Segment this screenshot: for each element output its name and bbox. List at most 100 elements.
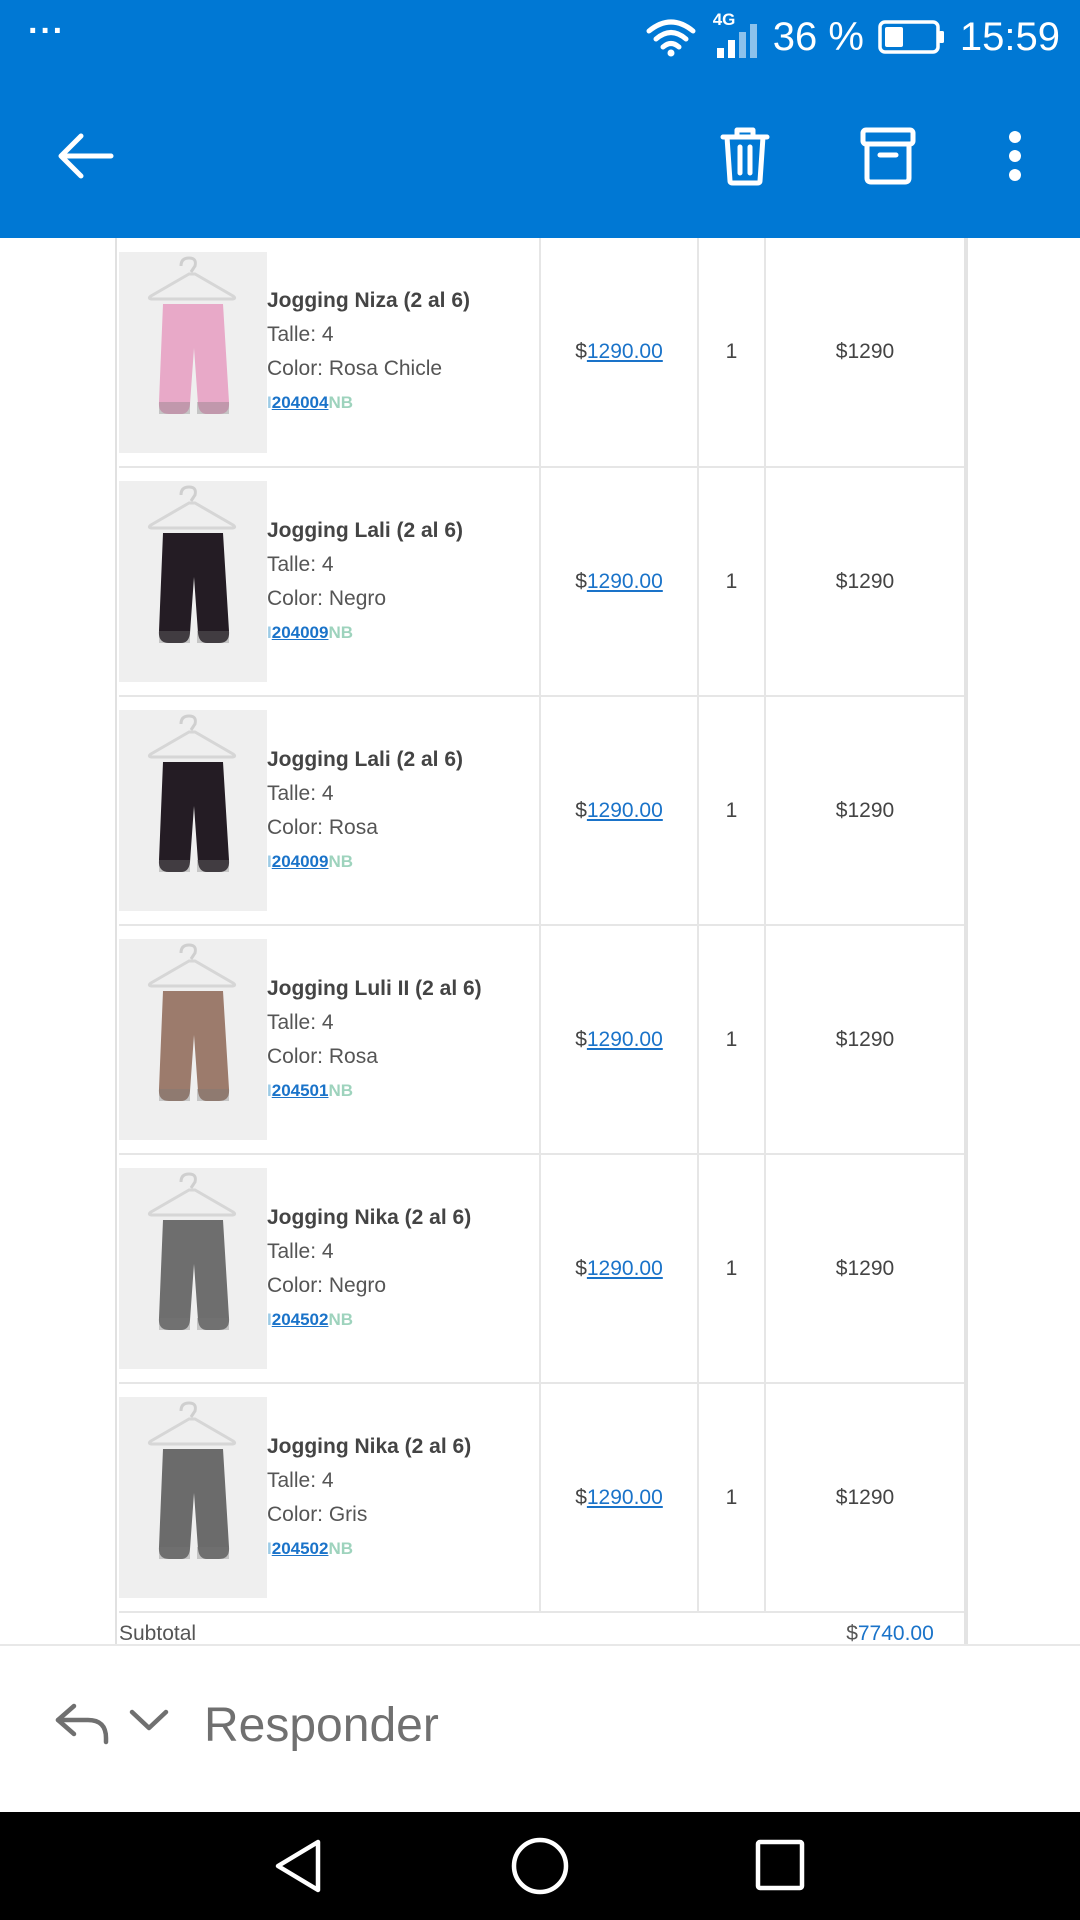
nav-recents-button[interactable] xyxy=(754,1838,806,1897)
price-cell: $1290.00 xyxy=(540,1154,699,1384)
product-name: Jogging Luli II (2 al 6) xyxy=(267,976,482,1000)
product-image[interactable] xyxy=(119,939,267,1140)
reply-options-button[interactable] xyxy=(128,1706,170,1741)
nav-recents-icon xyxy=(755,1839,805,1891)
battery-percent: 36 % xyxy=(772,14,864,59)
table-row: Jogging Lali (2 al 6) Talle: 4 Color: Ro… xyxy=(119,696,964,926)
wifi-icon xyxy=(646,19,696,57)
price-link[interactable]: 1290.00 xyxy=(587,799,663,822)
price-link[interactable]: 1290.00 xyxy=(587,1257,663,1280)
product-image[interactable] xyxy=(119,1168,267,1369)
product-sku[interactable]: I204009NB xyxy=(267,616,463,650)
line-total-cell: $1290 xyxy=(765,1154,964,1384)
product-name: Jogging Nika (2 al 6) xyxy=(267,1434,472,1458)
subtotal-label: Subtotal xyxy=(119,1622,197,1644)
quantity-cell: 1 xyxy=(698,696,766,926)
line-total-cell: $1290 xyxy=(765,238,964,468)
product-image[interactable] xyxy=(119,481,267,682)
price-cell: $1290.00 xyxy=(540,925,699,1155)
product-size: Talle: 4 xyxy=(267,781,334,805)
status-bar: ··· 4G 36 % 15:59 xyxy=(0,0,1080,74)
product-size: Talle: 4 xyxy=(267,552,334,576)
table-row: Jogging Luli II (2 al 6) Talle: 4 Color:… xyxy=(119,925,964,1155)
table-row: Jogging Nika (2 al 6) Talle: 4 Color: Gr… xyxy=(119,1383,964,1613)
system-nav-bar xyxy=(0,1812,1080,1920)
product-name: Jogging Nika (2 al 6) xyxy=(267,1205,472,1229)
table-row: Jogging Lali (2 al 6) Talle: 4 Color: Ne… xyxy=(119,467,964,697)
price-link[interactable]: 1290.00 xyxy=(587,1486,663,1509)
line-total-cell: $1290 xyxy=(765,925,964,1155)
price-cell: $1290.00 xyxy=(540,696,699,926)
product-sku[interactable]: I204009NB xyxy=(267,845,463,879)
chevron-down-icon xyxy=(129,1709,169,1731)
product-name: Jogging Lali (2 al 6) xyxy=(267,518,464,542)
quantity-cell: 1 xyxy=(698,925,766,1155)
product-size: Talle: 4 xyxy=(267,323,334,346)
nav-back-button[interactable] xyxy=(270,1836,326,1901)
product-cell: Jogging Luli II (2 al 6) Talle: 4 Color:… xyxy=(119,925,541,1155)
subtotal-value: $7740.00 xyxy=(846,1622,934,1644)
table-row: Jogging Nika (2 al 6) Talle: 4 Color: Ne… xyxy=(119,1154,964,1384)
cell-signal-icon: 4G xyxy=(711,10,759,62)
archive-icon xyxy=(860,127,916,185)
product-name: Jogging Lali (2 al 6) xyxy=(267,747,464,771)
product-color: Color: Rosa xyxy=(267,815,378,839)
nav-back-icon xyxy=(275,1839,321,1893)
quantity-cell: 1 xyxy=(698,1154,766,1384)
product-name: Jogging Niza (2 al 6) xyxy=(267,289,471,312)
product-sku[interactable]: I204502NB xyxy=(267,1303,471,1337)
reply-bar: Responder xyxy=(0,1644,1080,1812)
quantity-cell: 1 xyxy=(698,238,766,468)
reply-label[interactable]: Responder xyxy=(204,1698,439,1753)
battery-icon xyxy=(878,20,944,54)
more-options-button[interactable] xyxy=(985,74,1045,238)
more-vert-icon xyxy=(1009,131,1021,181)
product-image[interactable] xyxy=(119,251,267,453)
product-size: Talle: 4 xyxy=(267,1010,334,1034)
archive-button[interactable] xyxy=(843,74,933,238)
product-cell: Jogging Niza (2 al 6) Talle: 4 Color: Ro… xyxy=(119,238,541,468)
clock: 15:59 xyxy=(959,14,1060,59)
price-link[interactable]: 1290.00 xyxy=(587,340,663,363)
product-size: Talle: 4 xyxy=(267,1468,334,1492)
price-cell: $1290.00 xyxy=(540,467,699,697)
product-size: Talle: 4 xyxy=(267,1239,334,1263)
line-total-cell: $1290 xyxy=(765,696,964,926)
delete-button[interactable] xyxy=(700,74,790,238)
notification-dots: ··· xyxy=(28,12,65,50)
product-sku[interactable]: I204502NB xyxy=(267,1532,471,1566)
price-link[interactable]: 1290.00 xyxy=(587,1028,663,1051)
product-sku[interactable]: I204004NB xyxy=(267,386,470,420)
trash-icon xyxy=(720,127,770,186)
order-items-table: Jogging Niza (2 al 6) Talle: 4 Color: Ro… xyxy=(119,238,964,1613)
back-arrow-icon xyxy=(58,133,114,179)
line-total-cell: $1290 xyxy=(765,467,964,697)
reply-button[interactable] xyxy=(52,1698,112,1753)
product-color: Color: Gris xyxy=(267,1502,368,1526)
product-color: Color: Negro xyxy=(267,1273,387,1297)
reply-icon xyxy=(55,1703,109,1745)
subtotal-row: Subtotal $7740.00 xyxy=(119,1618,964,1644)
product-sku[interactable]: I204501NB xyxy=(267,1074,482,1108)
product-cell: Jogging Nika (2 al 6) Talle: 4 Color: Ne… xyxy=(119,1154,541,1384)
nav-home-icon xyxy=(511,1837,569,1895)
product-color: Color: Negro xyxy=(267,586,387,610)
price-link[interactable]: 1290.00 xyxy=(587,570,663,593)
nav-home-button[interactable] xyxy=(510,1836,570,1901)
product-color: Color: Rosa xyxy=(267,1044,378,1068)
quantity-cell: 1 xyxy=(698,1383,766,1613)
table-row: Jogging Niza (2 al 6) Talle: 4 Color: Ro… xyxy=(119,238,964,468)
product-image[interactable] xyxy=(119,710,267,911)
price-cell: $1290.00 xyxy=(540,1383,699,1613)
line-total-cell: $1290 xyxy=(765,1383,964,1613)
product-color: Color: Rosa Chicle xyxy=(267,357,443,380)
app-bar xyxy=(0,74,1080,238)
product-cell: Jogging Nika (2 al 6) Talle: 4 Color: Gr… xyxy=(119,1383,541,1613)
back-button[interactable] xyxy=(40,74,130,238)
product-cell: Jogging Lali (2 al 6) Talle: 4 Color: Ro… xyxy=(119,696,541,926)
product-image[interactable] xyxy=(119,1397,267,1598)
email-body[interactable]: Jogging Niza (2 al 6) Talle: 4 Color: Ro… xyxy=(0,238,1080,1644)
product-cell: Jogging Lali (2 al 6) Talle: 4 Color: Ne… xyxy=(119,467,541,697)
quantity-cell: 1 xyxy=(698,467,766,697)
price-cell: $1290.00 xyxy=(540,238,699,468)
